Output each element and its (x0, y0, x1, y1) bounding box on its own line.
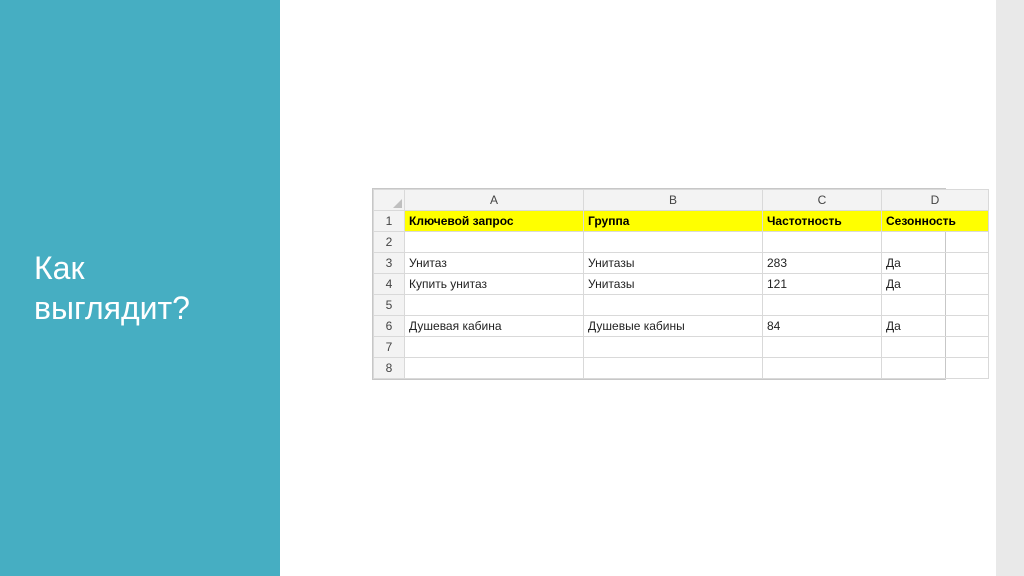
cell[interactable] (405, 337, 584, 358)
col-header-C[interactable]: C (763, 190, 882, 211)
cell[interactable] (763, 232, 882, 253)
sidebar-title: Как выглядит? (0, 248, 210, 328)
table-row: 8 (374, 358, 989, 379)
header-seasonality[interactable]: Сезонность (882, 211, 989, 232)
cell[interactable] (882, 337, 989, 358)
table-row: 7 (374, 337, 989, 358)
column-header-row: A B C D (374, 190, 989, 211)
cell[interactable] (584, 337, 763, 358)
row-header-3[interactable]: 3 (374, 253, 405, 274)
cell[interactable] (763, 295, 882, 316)
cell-query[interactable]: Унитаз (405, 253, 584, 274)
table-row: 2 (374, 232, 989, 253)
cell[interactable] (405, 358, 584, 379)
slide-stage: Как выглядит? A B C D 1 Ключевой запрос … (0, 0, 1024, 576)
col-header-A[interactable]: A (405, 190, 584, 211)
title-line-1: Как (34, 250, 84, 286)
col-header-B[interactable]: B (584, 190, 763, 211)
right-gray-strip (996, 0, 1024, 576)
cell-group[interactable]: Унитазы (584, 274, 763, 295)
cell-group[interactable]: Унитазы (584, 253, 763, 274)
cell[interactable] (882, 358, 989, 379)
col-header-D[interactable]: D (882, 190, 989, 211)
cell-group[interactable]: Душевые кабины (584, 316, 763, 337)
cell[interactable] (584, 232, 763, 253)
cell[interactable] (882, 232, 989, 253)
row-header-1[interactable]: 1 (374, 211, 405, 232)
cell-frequency[interactable]: 283 (763, 253, 882, 274)
cell[interactable] (882, 295, 989, 316)
cell[interactable] (405, 295, 584, 316)
row-header-7[interactable]: 7 (374, 337, 405, 358)
cell-frequency[interactable]: 121 (763, 274, 882, 295)
header-frequency[interactable]: Частотность (763, 211, 882, 232)
table-row: 1 Ключевой запрос Группа Частотность Сез… (374, 211, 989, 232)
row-header-5[interactable]: 5 (374, 295, 405, 316)
row-header-4[interactable]: 4 (374, 274, 405, 295)
select-all-corner[interactable] (374, 190, 405, 211)
header-query[interactable]: Ключевой запрос (405, 211, 584, 232)
title-line-2: выглядит? (34, 290, 190, 326)
cell[interactable] (584, 358, 763, 379)
row-header-6[interactable]: 6 (374, 316, 405, 337)
row-header-2[interactable]: 2 (374, 232, 405, 253)
cell[interactable] (584, 295, 763, 316)
cell-seasonality[interactable]: Да (882, 316, 989, 337)
header-group[interactable]: Группа (584, 211, 763, 232)
spreadsheet-snippet: A B C D 1 Ключевой запрос Группа Частотн… (372, 188, 946, 380)
cell[interactable] (763, 358, 882, 379)
sidebar-panel: Как выглядит? (0, 0, 280, 576)
cell[interactable] (405, 232, 584, 253)
cell-seasonality[interactable]: Да (882, 253, 989, 274)
cell-seasonality[interactable]: Да (882, 274, 989, 295)
row-header-8[interactable]: 8 (374, 358, 405, 379)
cell-query[interactable]: Купить унитаз (405, 274, 584, 295)
table-row: 4 Купить унитаз Унитазы 121 Да (374, 274, 989, 295)
cell-query[interactable]: Душевая кабина (405, 316, 584, 337)
table-row: 5 (374, 295, 989, 316)
cell[interactable] (763, 337, 882, 358)
table-row: 6 Душевая кабина Душевые кабины 84 Да (374, 316, 989, 337)
table-row: 3 Унитаз Унитазы 283 Да (374, 253, 989, 274)
spreadsheet-table: A B C D 1 Ключевой запрос Группа Частотн… (373, 189, 989, 379)
cell-frequency[interactable]: 84 (763, 316, 882, 337)
